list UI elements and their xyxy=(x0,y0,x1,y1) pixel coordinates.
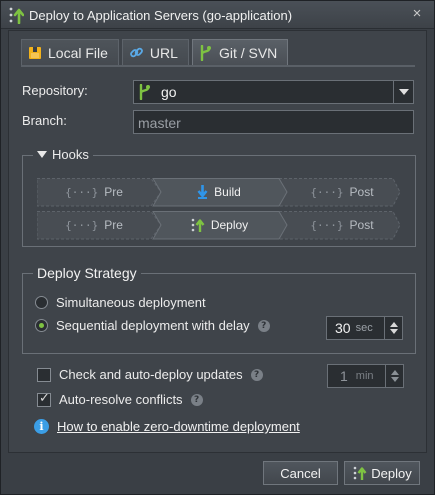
auto-deploy-checkbox[interactable]: Check and auto-deploy updates ? xyxy=(37,367,263,382)
build-hook[interactable]: Build xyxy=(163,178,275,206)
auto-resolve-checkbox[interactable]: Auto-resolve conflicts ? xyxy=(37,391,203,407)
git-icon xyxy=(200,44,211,61)
tab-git-svn[interactable]: Git / SVN xyxy=(191,39,289,65)
tab-label: URL xyxy=(149,44,178,61)
interval-unit: min xyxy=(355,370,374,382)
hook-label: Deploy xyxy=(210,218,249,232)
hook-label: Post xyxy=(349,218,374,232)
archive-icon xyxy=(29,46,41,59)
dialog-body: Local File URL Git / SVN Repository: go … xyxy=(8,30,427,453)
info-icon: i xyxy=(34,419,49,434)
code-braces-icon: {···} xyxy=(310,218,344,232)
hooks-legend[interactable]: Hooks xyxy=(33,147,93,162)
code-braces-icon: {···} xyxy=(65,185,99,199)
post-build-hook[interactable]: {···} Post xyxy=(287,178,397,206)
link-icon xyxy=(130,47,143,58)
deploy-strategy-legend: Deploy Strategy xyxy=(33,265,141,281)
branch-label: Branch: xyxy=(22,113,67,128)
deploy-dialog: Deploy to Application Servers (go-applic… xyxy=(0,0,435,495)
decrement-icon[interactable] xyxy=(389,329,398,334)
checkbox[interactable] xyxy=(37,367,51,382)
radio-button[interactable] xyxy=(35,296,48,309)
simultaneous-radio[interactable]: Simultaneous deployment xyxy=(35,295,206,310)
title-bar[interactable]: Deploy to Application Servers (go-applic… xyxy=(1,1,434,29)
deploy-strategy-fieldset: Deploy Strategy Simultaneous deployment … xyxy=(22,265,416,354)
delay-stepper[interactable]: 30 sec xyxy=(326,316,403,340)
help-icon[interactable]: ? xyxy=(257,319,270,332)
pre-deploy-hook[interactable]: {···} Pre xyxy=(37,211,151,239)
increment-icon[interactable] xyxy=(389,322,398,327)
radio-label: Simultaneous deployment xyxy=(56,295,206,310)
tab-label: Git / SVN xyxy=(218,44,278,61)
tab-underline xyxy=(21,65,415,67)
code-braces-icon: {···} xyxy=(310,185,344,199)
deploy-icon xyxy=(9,7,24,24)
radio-button-selected[interactable] xyxy=(35,319,48,332)
checkbox-checked[interactable] xyxy=(37,391,51,407)
hooks-fieldset: Hooks {···} Pre Build {···} Post {···} P… xyxy=(22,147,416,247)
checkbox-label: Check and auto-deploy updates xyxy=(59,367,243,382)
help-icon[interactable]: ? xyxy=(250,368,263,381)
sequential-radio[interactable]: Sequential deployment with delay ? xyxy=(35,318,270,333)
deploy-button-label: Deploy xyxy=(371,465,412,481)
dialog-title: Deploy to Application Servers (go-applic… xyxy=(29,8,293,23)
hook-label: Post xyxy=(349,185,374,199)
deploy-button[interactable]: Deploy xyxy=(344,461,420,485)
tab-local-file[interactable]: Local File xyxy=(21,39,119,65)
build-arrow-icon xyxy=(197,185,208,199)
deploy-hook[interactable]: Deploy xyxy=(163,211,275,239)
close-icon[interactable]: × xyxy=(410,6,424,21)
hook-label: Pre xyxy=(104,185,123,199)
decrement-icon[interactable] xyxy=(390,377,399,382)
checkbox-label: Auto-resolve conflicts xyxy=(59,392,183,407)
radio-label: Sequential deployment with delay xyxy=(56,318,250,333)
interval-stepper[interactable]: 1 min xyxy=(327,364,404,388)
repository-select[interactable]: go xyxy=(133,80,414,104)
zero-downtime-link[interactable]: How to enable zero-downtime deployment xyxy=(57,419,300,434)
code-braces-icon: {···} xyxy=(65,218,99,232)
deploy-icon xyxy=(353,466,367,480)
help-icon[interactable]: ? xyxy=(190,393,203,406)
delay-value: 30 xyxy=(335,320,351,336)
collapse-triangle-icon xyxy=(37,151,47,158)
interval-value: 1 xyxy=(340,368,348,384)
pre-build-hook[interactable]: {···} Pre xyxy=(37,178,151,206)
increment-icon[interactable] xyxy=(390,370,399,375)
repository-value: go xyxy=(161,84,177,100)
git-icon xyxy=(139,84,150,100)
hook-label: Pre xyxy=(104,218,123,232)
cancel-button[interactable]: Cancel xyxy=(263,461,338,485)
delay-unit: sec xyxy=(355,322,373,334)
zero-downtime-info: i How to enable zero-downtime deployment xyxy=(34,419,300,434)
source-tabs: Local File URL Git / SVN xyxy=(21,39,291,65)
deploy-icon xyxy=(191,218,205,232)
spin-buttons[interactable] xyxy=(385,365,403,387)
branch-input[interactable]: master xyxy=(133,110,414,134)
chevron-down-icon[interactable] xyxy=(393,81,413,103)
repository-label: Repository: xyxy=(22,83,88,98)
tab-label: Local File xyxy=(48,44,108,61)
hook-label: Build xyxy=(214,185,241,199)
post-deploy-hook[interactable]: {···} Post xyxy=(287,211,397,239)
hooks-legend-text: Hooks xyxy=(52,147,89,162)
spin-buttons[interactable] xyxy=(384,317,402,339)
tab-url[interactable]: URL xyxy=(121,39,189,65)
